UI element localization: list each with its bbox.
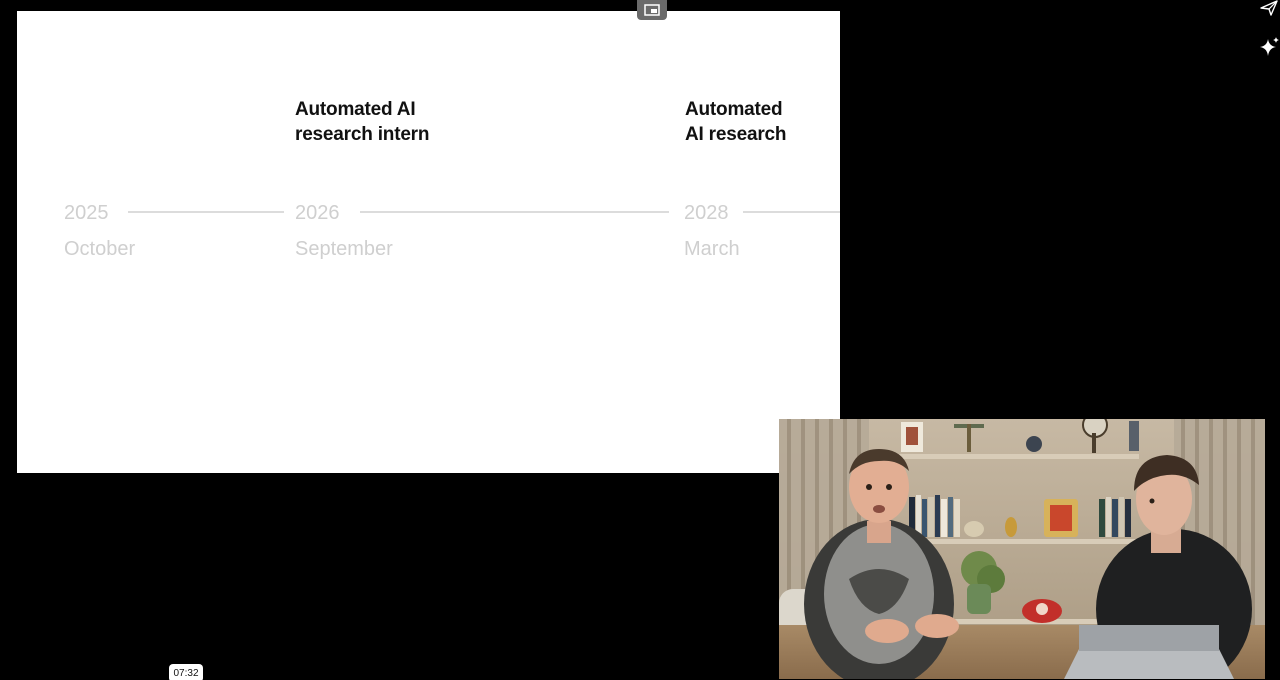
milestone-line: research intern [295,124,430,145]
sparkle-icon [1260,37,1279,56]
milestone-line: Automated [685,99,783,120]
webcam-video-frame [779,419,1265,679]
milestone-ai-research: Automated AI research [685,97,787,147]
picture-in-picture-button[interactable] [637,0,667,20]
send-icon [1260,0,1278,16]
webcam-overlay [779,419,1265,679]
ai-assist-button[interactable] [1259,36,1279,56]
presentation-slide: Automated AI research intern Automated A… [17,11,840,473]
timeline-year: 2026 [295,202,340,224]
timeline-month: September [295,238,393,260]
timeline-month: March [684,238,740,260]
timeline-connector [743,211,840,213]
timeline-connector [360,211,669,213]
milestone-line: AI research [685,124,787,145]
video-stage: Automated AI research intern Automated A… [0,0,1280,680]
timeline-year: 2025 [64,202,109,224]
share-button[interactable] [1259,0,1279,20]
playback-timestamp: 07:32 [169,664,203,680]
milestone-research-intern: Automated AI research intern [295,97,429,147]
timeline-connector [128,211,284,213]
timeline-year: 2028 [684,202,729,224]
milestone-line: Automated AI [295,99,416,120]
picture-in-picture-icon [644,4,660,16]
timeline-month: October [64,238,136,260]
